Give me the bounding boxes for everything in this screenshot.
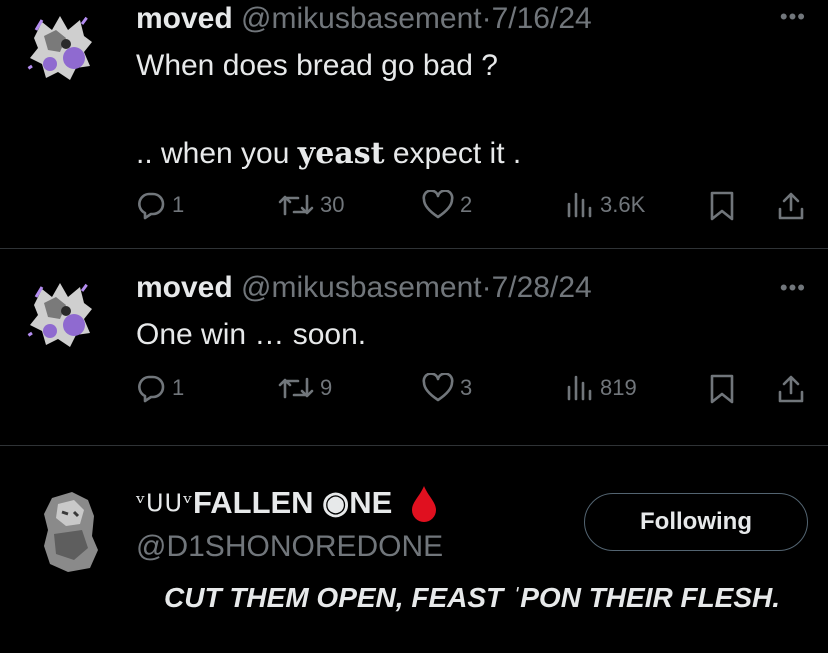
avatar[interactable]	[22, 275, 100, 353]
tweet-date[interactable]: 7/28/24	[492, 271, 592, 304]
following-button[interactable]: Following	[584, 493, 808, 551]
repost-icon	[278, 377, 314, 399]
reply-icon	[138, 375, 165, 403]
bio-part-1: CUT THEM OPEN, FEAST	[164, 582, 511, 613]
punchline-bold-word: yeast	[297, 136, 385, 171]
views-button[interactable]: 3.6K	[566, 190, 645, 220]
repost-button[interactable]: 30	[278, 190, 344, 220]
more-horizontal-icon[interactable]: •••	[780, 275, 806, 301]
punchline-end: expect it .	[384, 137, 522, 170]
tweet-text-line-2: .. when you yeast expect it .	[136, 134, 521, 174]
reply-count: 1	[172, 192, 185, 217]
repost-count: 9	[320, 375, 333, 400]
action-bar: 1 30 2 3.6K	[0, 186, 828, 226]
view-count: 819	[600, 375, 637, 400]
author-handle[interactable]: @mikusbasement	[241, 271, 482, 304]
heart-icon	[422, 190, 454, 219]
reply-button[interactable]: 1	[136, 373, 184, 403]
author-handle[interactable]: @mikusbasement	[241, 2, 482, 35]
tweet-text-line-1: When does bread go bad ?	[136, 49, 498, 82]
tweet-1[interactable]: moved @mikusbasement·7/16/24 ••• When do…	[0, 0, 828, 248]
more-horizontal-icon[interactable]: •••	[780, 4, 806, 30]
views-icon	[567, 375, 592, 401]
tweet-text: One win … soon.	[136, 318, 367, 351]
heart-icon	[422, 373, 454, 402]
separator: ·	[481, 271, 492, 304]
separator: ·	[481, 2, 492, 35]
bookmark-icon[interactable]	[708, 190, 736, 222]
author-name[interactable]: moved	[136, 271, 233, 304]
profile-handle[interactable]: @D1SHONOREDONE	[136, 530, 443, 564]
punchline-start: .. when you	[136, 137, 298, 170]
share-icon[interactable]	[776, 373, 806, 405]
profile-name[interactable]: ᵛᑌᑌᵛ FALLEN ◉NE	[136, 484, 438, 522]
avatar[interactable]	[22, 8, 100, 86]
reply-icon	[138, 192, 165, 220]
repost-icon	[278, 194, 314, 216]
bio-part-2: PON THEIR FLESH.	[520, 582, 781, 613]
repost-count: 30	[320, 192, 345, 217]
name-text: FALLEN ◉NE	[193, 485, 393, 520]
reply-count: 1	[172, 375, 185, 400]
view-count: 3.6K	[600, 192, 646, 217]
action-bar: 1 9 3 819	[0, 369, 828, 409]
like-count: 3	[460, 375, 473, 400]
share-icon[interactable]	[776, 190, 806, 222]
author-name[interactable]: moved	[136, 2, 233, 35]
tweet-date[interactable]: 7/16/24	[492, 2, 592, 35]
views-icon	[567, 192, 592, 218]
like-count: 2	[460, 192, 473, 217]
blood-drop-icon	[412, 486, 437, 522]
profile-bio: CUT THEM OPEN, FEAST ˈPON THEIR FLESH.	[164, 582, 780, 614]
tweet-2[interactable]: moved @mikusbasement·7/28/24 ••• One win…	[0, 249, 828, 445]
views-button[interactable]: 819	[566, 373, 637, 403]
profile-card[interactable]: ᵛᑌᑌᵛ FALLEN ◉NE @D1SHONOREDONE Following …	[0, 446, 828, 653]
name-decoration: ᵛᑌᑌᵛ	[136, 489, 194, 517]
like-button[interactable]: 2	[422, 190, 472, 220]
reply-button[interactable]: 1	[136, 190, 184, 220]
bio-mark: ˈ	[510, 582, 521, 613]
bookmark-icon[interactable]	[708, 373, 736, 405]
like-button[interactable]: 3	[422, 373, 472, 403]
profile-avatar[interactable]	[38, 490, 102, 574]
repost-button[interactable]: 9	[278, 373, 332, 403]
